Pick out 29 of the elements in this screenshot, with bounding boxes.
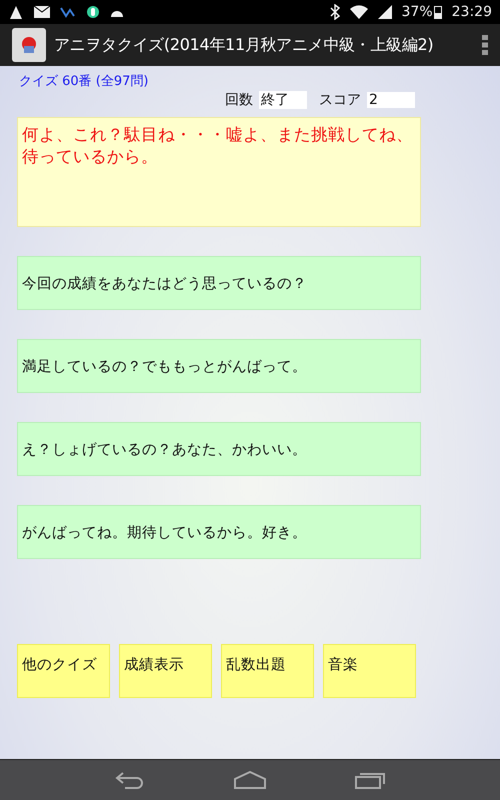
menu-button[interactable]: 乱数出題 [221,644,314,698]
wifi-icon [350,5,368,19]
overflow-menu-icon[interactable] [482,35,488,55]
quiz-number-label: クイズ 60番 (全97問) [19,73,148,90]
counter-value: 終了 [259,91,307,109]
message-text: 何よ、これ？駄目ね・・・嘘よ、また挑戦してね、待っているから。 [17,117,421,227]
home-icon[interactable] [234,771,266,789]
menu-button[interactable]: 成績表示 [119,644,212,698]
app-notification-icon [86,5,100,19]
answer-option[interactable]: え？しょげているの？あなた、かわいい。 [17,422,421,476]
app-title: アニヲタクイズ(2014年11月秋アニメ中級・上級編2) [54,34,434,56]
recent-apps-icon[interactable] [355,771,386,789]
app-icon[interactable] [12,28,46,62]
answer-option[interactable]: がんばってね。期待しているから。好き。 [17,505,421,559]
menu-button[interactable]: 他のクイズ [17,644,110,698]
counter-value: 2 [367,92,415,108]
menu-button[interactable]: 音楽 [323,644,416,698]
mail-icon [34,6,50,18]
counter-label: 回数 [225,91,253,109]
battery-icon [434,5,442,19]
counter-label: スコア [319,91,361,109]
signal-icon [378,5,392,19]
clock: 23:29 [452,4,492,20]
bluetooth-icon [330,4,340,20]
app-notification-icon [60,6,76,18]
back-icon[interactable] [114,771,145,789]
answer-option[interactable]: 満足しているの？でももっとがんばって。 [17,339,421,393]
answer-option[interactable]: 今回の成績をあなたはどう思っているの？ [17,256,421,310]
battery-percentage: 37% [402,4,433,20]
